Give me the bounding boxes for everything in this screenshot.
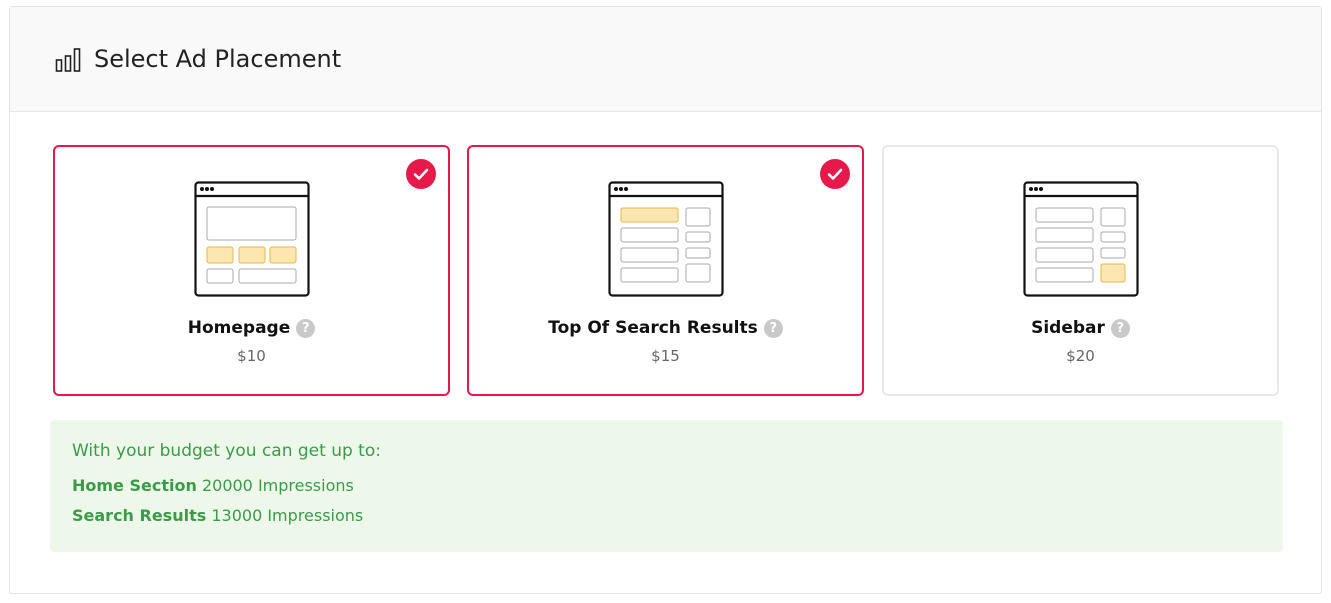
placement-price: $10	[237, 347, 266, 365]
panel-header: Select Ad Placement	[10, 7, 1321, 112]
sidebar-layout-icon	[1023, 181, 1139, 297]
placement-price: $20	[1066, 347, 1095, 365]
budget-line-search: Search Results 13000 Impressions	[72, 506, 363, 525]
placement-card-homepage[interactable]: Homepage? $10	[53, 145, 450, 396]
ad-placement-panel: Select Ad Placement Homepage? $10 Top Of…	[9, 6, 1322, 594]
page-title: Select Ad Placement	[94, 45, 342, 73]
placement-card-search-results[interactable]: Top Of Search Results? $15	[467, 145, 864, 396]
placement-name: Sidebar?	[884, 318, 1277, 338]
budget-line-value: 13000 Impressions	[211, 506, 364, 525]
budget-line-home: Home Section 20000 Impressions	[72, 476, 354, 495]
budget-title: With your budget you can get up to:	[72, 441, 381, 461]
placement-price: $15	[651, 347, 680, 365]
budget-line-value: 20000 Impressions	[201, 476, 354, 495]
placement-name: Homepage?	[55, 318, 448, 338]
question-icon[interactable]: ?	[1110, 319, 1130, 338]
budget-summary: With your budget you can get up to: Home…	[50, 420, 1283, 552]
homepage-layout-icon	[194, 181, 310, 297]
placement-card-sidebar[interactable]: Sidebar? $20	[882, 145, 1279, 396]
bar-chart-icon	[55, 48, 81, 72]
placement-name: Top Of Search Results?	[469, 318, 862, 338]
search-results-layout-icon	[608, 181, 724, 297]
question-icon[interactable]: ?	[296, 319, 316, 338]
checkmark-icon	[406, 159, 436, 189]
budget-line-label: Home Section	[72, 476, 197, 495]
budget-line-label: Search Results	[72, 506, 207, 525]
checkmark-icon	[820, 159, 850, 189]
question-icon[interactable]: ?	[763, 319, 783, 338]
